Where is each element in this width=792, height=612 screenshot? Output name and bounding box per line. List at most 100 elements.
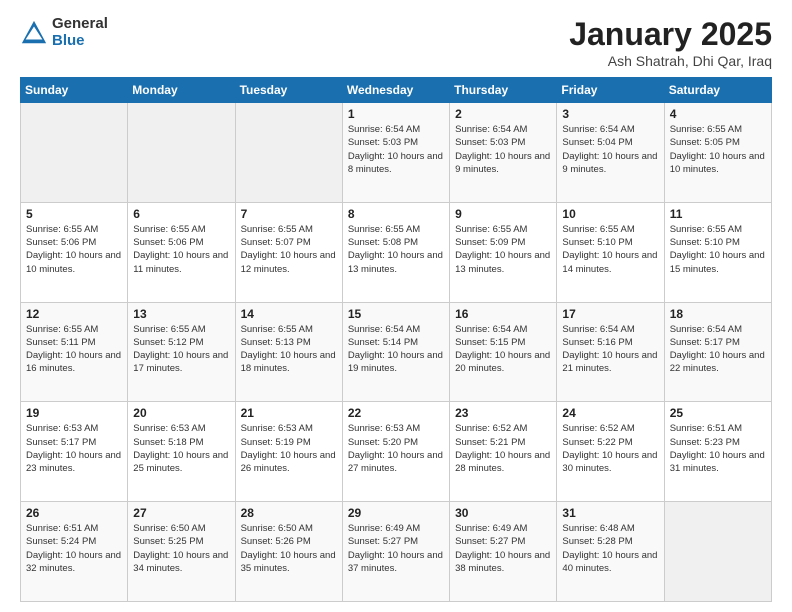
day-info: Sunrise: 6:49 AMSunset: 5:27 PMDaylight:… xyxy=(348,522,444,575)
calendar-cell: 14Sunrise: 6:55 AMSunset: 5:13 PMDayligh… xyxy=(235,302,342,402)
day-info: Sunrise: 6:53 AMSunset: 5:18 PMDaylight:… xyxy=(133,422,229,475)
day-info: Sunrise: 6:55 AMSunset: 5:08 PMDaylight:… xyxy=(348,223,444,276)
calendar-cell xyxy=(235,103,342,203)
day-info: Sunrise: 6:51 AMSunset: 5:24 PMDaylight:… xyxy=(26,522,122,575)
day-number: 6 xyxy=(133,207,229,221)
day-number: 7 xyxy=(241,207,337,221)
calendar-cell: 11 Sunrise: 6:55 AMSunset: 5:10 PMDayligh… xyxy=(664,202,771,302)
day-number: 20 xyxy=(133,406,229,420)
week-row-4: 19Sunrise: 6:53 AMSunset: 5:17 PMDayligh… xyxy=(21,402,772,502)
logo-blue-label: Blue xyxy=(52,33,108,50)
weekday-header-tuesday: Tuesday xyxy=(235,78,342,103)
weekday-header-monday: Monday xyxy=(128,78,235,103)
calendar-cell: 24 Sunrise: 6:52 AMSunset: 5:22 PMDayligh… xyxy=(557,402,664,502)
calendar-cell: 21Sunrise: 6:53 AMSunset: 5:19 PMDayligh… xyxy=(235,402,342,502)
logo-text: General Blue xyxy=(52,16,108,49)
logo: General Blue xyxy=(20,16,108,49)
day-info: Sunrise: 6:55 AMSunset: 5:06 PMDaylight:… xyxy=(133,223,229,276)
day-number: 1 xyxy=(348,107,444,121)
weekday-header-wednesday: Wednesday xyxy=(342,78,449,103)
logo-general-label: General xyxy=(52,16,108,33)
week-row-2: 5Sunrise: 6:55 AMSunset: 5:06 PMDaylight… xyxy=(21,202,772,302)
day-number: 31 xyxy=(562,506,658,520)
calendar-cell: 18 Sunrise: 6:54 AMSunset: 5:17 PMDayligh… xyxy=(664,302,771,402)
day-number: 29 xyxy=(348,506,444,520)
calendar-cell: 27 Sunrise: 6:50 AMSunset: 5:25 PMDayligh… xyxy=(128,502,235,602)
day-number: 18 xyxy=(670,307,766,321)
day-number: 15 xyxy=(348,307,444,321)
day-info: Sunrise: 6:54 AMSunset: 5:15 PMDaylight:… xyxy=(455,323,551,376)
day-number: 19 xyxy=(26,406,122,420)
calendar-cell: 13 Sunrise: 6:55 AMSunset: 5:12 PMDayligh… xyxy=(128,302,235,402)
calendar-cell: 16 Sunrise: 6:54 AMSunset: 5:15 PMDayligh… xyxy=(450,302,557,402)
day-info: Sunrise: 6:55 AMSunset: 5:11 PMDaylight:… xyxy=(26,323,122,376)
calendar-table: SundayMondayTuesdayWednesdayThursdayFrid… xyxy=(20,77,772,602)
weekday-header-sunday: Sunday xyxy=(21,78,128,103)
day-info: Sunrise: 6:50 AMSunset: 5:25 PMDaylight:… xyxy=(133,522,229,575)
day-info: Sunrise: 6:52 AMSunset: 5:21 PMDaylight:… xyxy=(455,422,551,475)
calendar-cell: 26 Sunrise: 6:51 AMSunset: 5:24 PMDayligh… xyxy=(21,502,128,602)
day-number: 22 xyxy=(348,406,444,420)
day-number: 13 xyxy=(133,307,229,321)
calendar-title: January 2025 xyxy=(569,16,772,53)
day-number: 4 xyxy=(670,107,766,121)
day-number: 23 xyxy=(455,406,551,420)
day-info: Sunrise: 6:54 AMSunset: 5:03 PMDaylight:… xyxy=(348,123,444,176)
day-info: Sunrise: 6:54 AMSunset: 5:17 PMDaylight:… xyxy=(670,323,766,376)
calendar-cell: 30 Sunrise: 6:49 AMSunset: 5:27 PMDayligh… xyxy=(450,502,557,602)
page: General Blue January 2025 Ash Shatrah, D… xyxy=(0,0,792,612)
title-block: January 2025 Ash Shatrah, Dhi Qar, Iraq xyxy=(569,16,772,69)
header: General Blue January 2025 Ash Shatrah, D… xyxy=(20,16,772,69)
week-row-3: 12Sunrise: 6:55 AMSunset: 5:11 PMDayligh… xyxy=(21,302,772,402)
calendar-cell: 22 Sunrise: 6:53 AMSunset: 5:20 PMDayligh… xyxy=(342,402,449,502)
day-number: 21 xyxy=(241,406,337,420)
day-number: 24 xyxy=(562,406,658,420)
day-info: Sunrise: 6:55 AMSunset: 5:10 PMDaylight:… xyxy=(670,223,766,276)
day-number: 28 xyxy=(241,506,337,520)
day-info: Sunrise: 6:54 AMSunset: 5:16 PMDaylight:… xyxy=(562,323,658,376)
day-info: Sunrise: 6:52 AMSunset: 5:22 PMDaylight:… xyxy=(562,422,658,475)
day-info: Sunrise: 6:55 AMSunset: 5:09 PMDaylight:… xyxy=(455,223,551,276)
day-number: 2 xyxy=(455,107,551,121)
day-info: Sunrise: 6:54 AMSunset: 5:04 PMDaylight:… xyxy=(562,123,658,176)
day-number: 10 xyxy=(562,207,658,221)
day-number: 25 xyxy=(670,406,766,420)
weekday-header-friday: Friday xyxy=(557,78,664,103)
logo-icon xyxy=(20,19,48,47)
calendar-cell: 28Sunrise: 6:50 AMSunset: 5:26 PMDayligh… xyxy=(235,502,342,602)
day-info: Sunrise: 6:54 AMSunset: 5:14 PMDaylight:… xyxy=(348,323,444,376)
calendar-cell: 8 Sunrise: 6:55 AMSunset: 5:08 PMDaylight… xyxy=(342,202,449,302)
day-number: 26 xyxy=(26,506,122,520)
calendar-cell: 15 Sunrise: 6:54 AMSunset: 5:14 PMDayligh… xyxy=(342,302,449,402)
day-number: 30 xyxy=(455,506,551,520)
weekday-row: SundayMondayTuesdayWednesdayThursdayFrid… xyxy=(21,78,772,103)
day-number: 14 xyxy=(241,307,337,321)
calendar-cell: 31Sunrise: 6:48 AMSunset: 5:28 PMDayligh… xyxy=(557,502,664,602)
calendar-body: 1 Sunrise: 6:54 AMSunset: 5:03 PMDaylight… xyxy=(21,103,772,602)
day-info: Sunrise: 6:55 AMSunset: 5:12 PMDaylight:… xyxy=(133,323,229,376)
day-info: Sunrise: 6:55 AMSunset: 5:07 PMDaylight:… xyxy=(241,223,337,276)
calendar-subtitle: Ash Shatrah, Dhi Qar, Iraq xyxy=(569,53,772,69)
day-number: 11 xyxy=(670,207,766,221)
day-number: 8 xyxy=(348,207,444,221)
calendar-cell: 6 Sunrise: 6:55 AMSunset: 5:06 PMDaylight… xyxy=(128,202,235,302)
calendar-cell: 7 Sunrise: 6:55 AMSunset: 5:07 PMDaylight… xyxy=(235,202,342,302)
calendar-cell: 3Sunrise: 6:54 AMSunset: 5:04 PMDaylight… xyxy=(557,103,664,203)
day-info: Sunrise: 6:49 AMSunset: 5:27 PMDaylight:… xyxy=(455,522,551,575)
calendar-cell: 25Sunrise: 6:51 AMSunset: 5:23 PMDayligh… xyxy=(664,402,771,502)
day-info: Sunrise: 6:53 AMSunset: 5:20 PMDaylight:… xyxy=(348,422,444,475)
day-info: Sunrise: 6:55 AMSunset: 5:05 PMDaylight:… xyxy=(670,123,766,176)
calendar-cell: 12Sunrise: 6:55 AMSunset: 5:11 PMDayligh… xyxy=(21,302,128,402)
calendar-cell: 20 Sunrise: 6:53 AMSunset: 5:18 PMDayligh… xyxy=(128,402,235,502)
calendar-cell xyxy=(128,103,235,203)
calendar-cell: 1 Sunrise: 6:54 AMSunset: 5:03 PMDaylight… xyxy=(342,103,449,203)
calendar-cell: 29 Sunrise: 6:49 AMSunset: 5:27 PMDayligh… xyxy=(342,502,449,602)
calendar-cell: 23 Sunrise: 6:52 AMSunset: 5:21 PMDayligh… xyxy=(450,402,557,502)
day-info: Sunrise: 6:55 AMSunset: 5:06 PMDaylight:… xyxy=(26,223,122,276)
day-number: 17 xyxy=(562,307,658,321)
day-number: 16 xyxy=(455,307,551,321)
calendar-cell: 9Sunrise: 6:55 AMSunset: 5:09 PMDaylight… xyxy=(450,202,557,302)
weekday-header-thursday: Thursday xyxy=(450,78,557,103)
calendar-cell: 4 Sunrise: 6:55 AMSunset: 5:05 PMDaylight… xyxy=(664,103,771,203)
day-number: 27 xyxy=(133,506,229,520)
